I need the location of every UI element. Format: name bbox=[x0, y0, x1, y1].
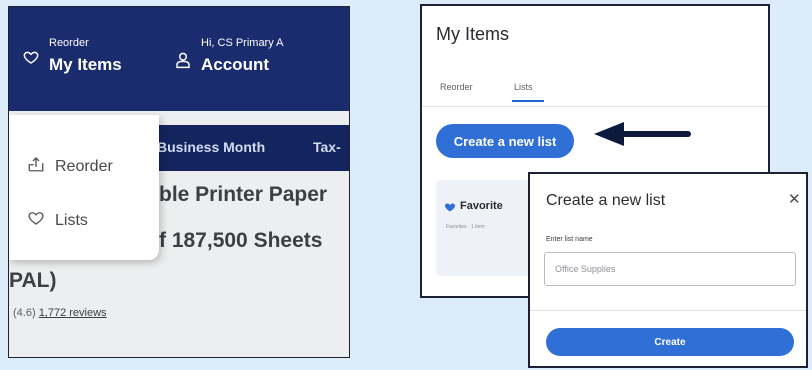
product-title-line2: f 187,500 Sheets bbox=[159, 229, 323, 252]
create-list-modal: Create a new list ✕ Enter list name Crea… bbox=[528, 172, 808, 368]
heart-filled-icon bbox=[444, 200, 456, 218]
reviews-link[interactable]: 1,772 reviews bbox=[39, 307, 107, 319]
dropdown-item-reorder[interactable]: Reorder bbox=[27, 155, 113, 178]
list-name-label: Enter list name bbox=[546, 236, 593, 243]
product-title-line1: ble Printer Paper bbox=[159, 183, 328, 206]
pointer-arrow-icon bbox=[594, 122, 691, 146]
my-items-title: My Items bbox=[436, 24, 510, 44]
list-name-input[interactable] bbox=[544, 252, 796, 286]
subnav-business-month[interactable]: Business Month bbox=[157, 139, 265, 155]
rating-value: (4.6) bbox=[13, 307, 36, 319]
favorites-subtext: Favorites · 1 item bbox=[446, 224, 485, 230]
tab-divider bbox=[422, 106, 768, 107]
subnav-tax[interactable]: Tax- bbox=[313, 139, 341, 155]
heart-icon bbox=[27, 209, 45, 232]
my-items-nav[interactable]: Reorder My Items bbox=[23, 35, 163, 85]
favorites-label: Favorite bbox=[460, 200, 503, 212]
walmart-header-panel: Reorder My Items Hi, CS Primary A Accoun… bbox=[8, 6, 350, 358]
close-icon[interactable]: ✕ bbox=[788, 190, 801, 208]
account-nav[interactable]: Hi, CS Primary A Account bbox=[175, 35, 345, 85]
modal-title: Create a new list bbox=[546, 192, 666, 209]
heart-icon bbox=[23, 49, 39, 70]
reorder-small-label: Reorder bbox=[49, 37, 89, 49]
account-label: Account bbox=[201, 55, 269, 74]
create-button[interactable]: Create bbox=[546, 328, 794, 356]
user-icon bbox=[175, 51, 191, 74]
my-items-dropdown: Reorder Lists bbox=[9, 115, 159, 260]
modal-divider bbox=[530, 310, 806, 311]
greeting-label: Hi, CS Primary A bbox=[201, 37, 284, 49]
dropdown-label-lists: Lists bbox=[55, 211, 88, 229]
dropdown-item-lists[interactable]: Lists bbox=[27, 209, 88, 232]
rating-row: (4.6) 1,772 reviews bbox=[13, 307, 107, 319]
tab-lists[interactable]: Lists bbox=[514, 82, 533, 92]
create-new-list-button[interactable]: Create a new list bbox=[436, 124, 574, 158]
product-title-line3: PAL) bbox=[9, 269, 57, 292]
top-nav-bar: Reorder My Items Hi, CS Primary A Accoun… bbox=[9, 7, 349, 111]
tab-reorder[interactable]: Reorder bbox=[440, 82, 473, 92]
my-items-label: My Items bbox=[49, 55, 122, 74]
reorder-icon bbox=[27, 155, 45, 178]
active-tab-indicator bbox=[512, 100, 544, 102]
dropdown-label-reorder: Reorder bbox=[55, 157, 113, 175]
